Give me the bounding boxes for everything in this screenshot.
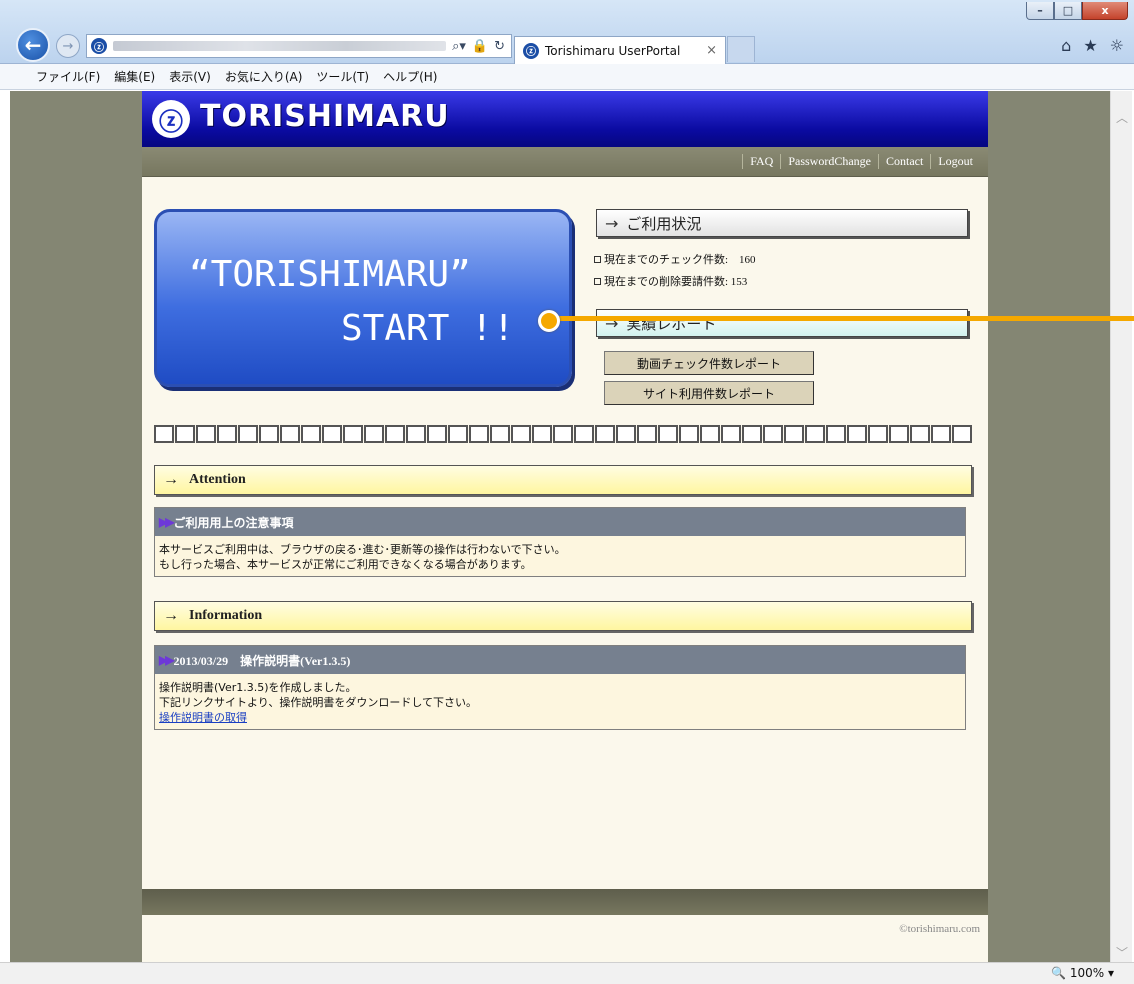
attention-line-1: 本サービスご利用中は、ブラウザの戻る･進む･更新等の操作は行わないで下さい。	[159, 543, 566, 556]
back-button[interactable]: ←	[16, 28, 50, 62]
address-url-blurred[interactable]	[113, 41, 447, 51]
information-bar: → Information	[154, 601, 972, 631]
bullet-square-icon	[594, 256, 601, 263]
callout-dot-icon	[538, 310, 560, 332]
site-usage-report-button[interactable]: サイト利用件数レポート	[604, 381, 814, 405]
copyright-text: ©torishimaru.com	[899, 923, 980, 935]
nav-faq-link[interactable]: FAQ	[742, 154, 780, 169]
attention-line-2: もし行った場合、本サービスが正常にご利用できなくなる場合があります。	[159, 558, 532, 571]
new-tab-button[interactable]	[727, 36, 755, 62]
usage-delete-count: 現在までの削除要請件数: 153	[594, 273, 747, 289]
menu-help[interactable]: ヘルプ(H)	[383, 68, 437, 85]
usage-section-header: → ご利用状況	[596, 209, 968, 237]
report-section-header: → 実績レポート	[596, 309, 968, 337]
arrow-right-icon: →	[163, 607, 179, 624]
attention-panel-body: 本サービスご利用中は、ブラウザの戻る･進む･更新等の操作は行わないで下さい。 も…	[155, 536, 965, 576]
menu-view[interactable]: 表示(V)	[169, 68, 211, 85]
usage-check-count: 現在までのチェック件数: 160	[594, 251, 756, 267]
menu-tools[interactable]: ツール(T)	[316, 68, 369, 85]
callout-line	[556, 316, 1134, 321]
forward-button[interactable]: →	[56, 34, 80, 58]
information-line-1: 操作説明書(Ver1.3.5)を作成しました。	[159, 681, 357, 694]
address-icons: ⌕▾ 🔒 ↻	[452, 39, 511, 54]
brand-name: TORISHIMARU	[200, 99, 450, 134]
menu-favorites[interactable]: お気に入り(A)	[225, 68, 303, 85]
tab-close-icon[interactable]: ×	[706, 43, 717, 58]
settings-gear-icon[interactable]: ☼	[1110, 36, 1124, 55]
top-navigation: FAQ PasswordChange Contact Logout	[142, 147, 988, 177]
check-count-text: 現在までのチェック件数: 160	[604, 254, 756, 266]
start-button-line1: “TORISHIMARU”	[189, 254, 471, 295]
nav-logout-link[interactable]: Logout	[930, 154, 980, 169]
search-dropdown-icon[interactable]: ⌕▾	[452, 39, 466, 54]
menu-edit[interactable]: 編集(E)	[114, 68, 155, 85]
arrow-right-icon: →	[163, 471, 179, 488]
favorites-star-icon[interactable]: ★	[1083, 36, 1097, 55]
attention-title: Attention	[189, 472, 246, 487]
bullet-square-icon	[594, 278, 601, 285]
scroll-down-icon[interactable]: ﹀	[1111, 942, 1133, 962]
browser-tool-icons: ⌂ ★ ☼	[1061, 36, 1124, 55]
status-bar: 🔍 100% ▾	[0, 962, 1134, 984]
site-banner: ⓩ TORISHIMARU	[142, 91, 988, 147]
site-favicon-icon: ⓩ	[91, 38, 107, 54]
scroll-up-icon[interactable]: ︿	[1111, 107, 1133, 127]
lock-icon[interactable]: 🔒	[472, 39, 488, 54]
browser-titlebar: – □ x ← → ⓩ ⌕▾ 🔒 ↻ ⓩ Torishimaru UserPor…	[0, 0, 1134, 64]
start-button-line2: START !!	[341, 308, 515, 349]
double-arrow-icon: ▶▶	[159, 514, 175, 529]
vertical-scrollbar[interactable]: ︿ ﹀	[1110, 91, 1132, 962]
menu-bar: ファイル(F) 編集(E) 表示(V) お気に入り(A) ツール(T) ヘルプ(…	[0, 64, 1134, 90]
video-check-report-button[interactable]: 動画チェック件数レポート	[604, 351, 814, 375]
nav-contact-link[interactable]: Contact	[878, 154, 930, 169]
placeholder-box-row	[154, 425, 974, 443]
delete-count-text: 現在までの削除要請件数: 153	[604, 276, 748, 288]
attention-panel: ▶▶ ご利用用上の注意事項 本サービスご利用中は、ブラウザの戻る･進む･更新等の…	[154, 507, 966, 577]
brand-logo-icon: ⓩ	[152, 100, 190, 138]
tab-favicon-icon: ⓩ	[523, 42, 539, 59]
portal-page: ⓩ TORISHIMARU FAQ PasswordChange Contact…	[142, 91, 988, 962]
browser-viewport: ⓩ TORISHIMARU FAQ PasswordChange Contact…	[10, 91, 1110, 962]
menu-file[interactable]: ファイル(F)	[36, 68, 100, 85]
window-controls: – □ x	[1026, 2, 1128, 20]
address-bar[interactable]: ⓩ ⌕▾ 🔒 ↻	[86, 34, 512, 58]
zoom-level-dropdown[interactable]: 🔍 100% ▾	[1051, 966, 1114, 980]
footer-band	[142, 889, 988, 915]
arrow-right-icon: →	[605, 213, 619, 233]
usage-section-title: ご利用状況	[626, 214, 702, 233]
attention-panel-head: ▶▶ ご利用用上の注意事項	[155, 508, 965, 536]
attention-bar: → Attention	[154, 465, 972, 495]
nav-password-change-link[interactable]: PasswordChange	[780, 154, 878, 169]
information-panel-head: ▶▶ 2013/03/29 操作説明書(Ver1.3.5)	[155, 646, 965, 674]
tab-title: Torishimaru UserPortal	[545, 43, 681, 58]
information-panel: ▶▶ 2013/03/29 操作説明書(Ver1.3.5) 操作説明書(Ver1…	[154, 645, 966, 730]
browser-tab-active[interactable]: ⓩ Torishimaru UserPortal ×	[514, 36, 726, 64]
refresh-icon[interactable]: ↻	[494, 39, 505, 54]
information-panel-body: 操作説明書(Ver1.3.5)を作成しました。 下記リンクサイトより、操作説明書…	[155, 674, 965, 729]
close-window-button[interactable]: x	[1082, 2, 1128, 20]
information-title: Information	[189, 608, 263, 623]
minimize-button[interactable]: –	[1026, 2, 1054, 20]
double-arrow-icon: ▶▶	[159, 652, 175, 667]
manual-download-link[interactable]: 操作説明書の取得	[159, 711, 247, 724]
attention-panel-title: ご利用用上の注意事項	[173, 515, 294, 530]
information-line-2: 下記リンクサイトより、操作説明書をダウンロードして下さい。	[159, 696, 478, 709]
start-button[interactable]: “TORISHIMARU” START !!	[154, 209, 572, 387]
restore-button[interactable]: □	[1054, 2, 1082, 20]
information-panel-title: 2013/03/29 操作説明書(Ver1.3.5)	[173, 653, 351, 668]
home-icon[interactable]: ⌂	[1061, 36, 1071, 55]
